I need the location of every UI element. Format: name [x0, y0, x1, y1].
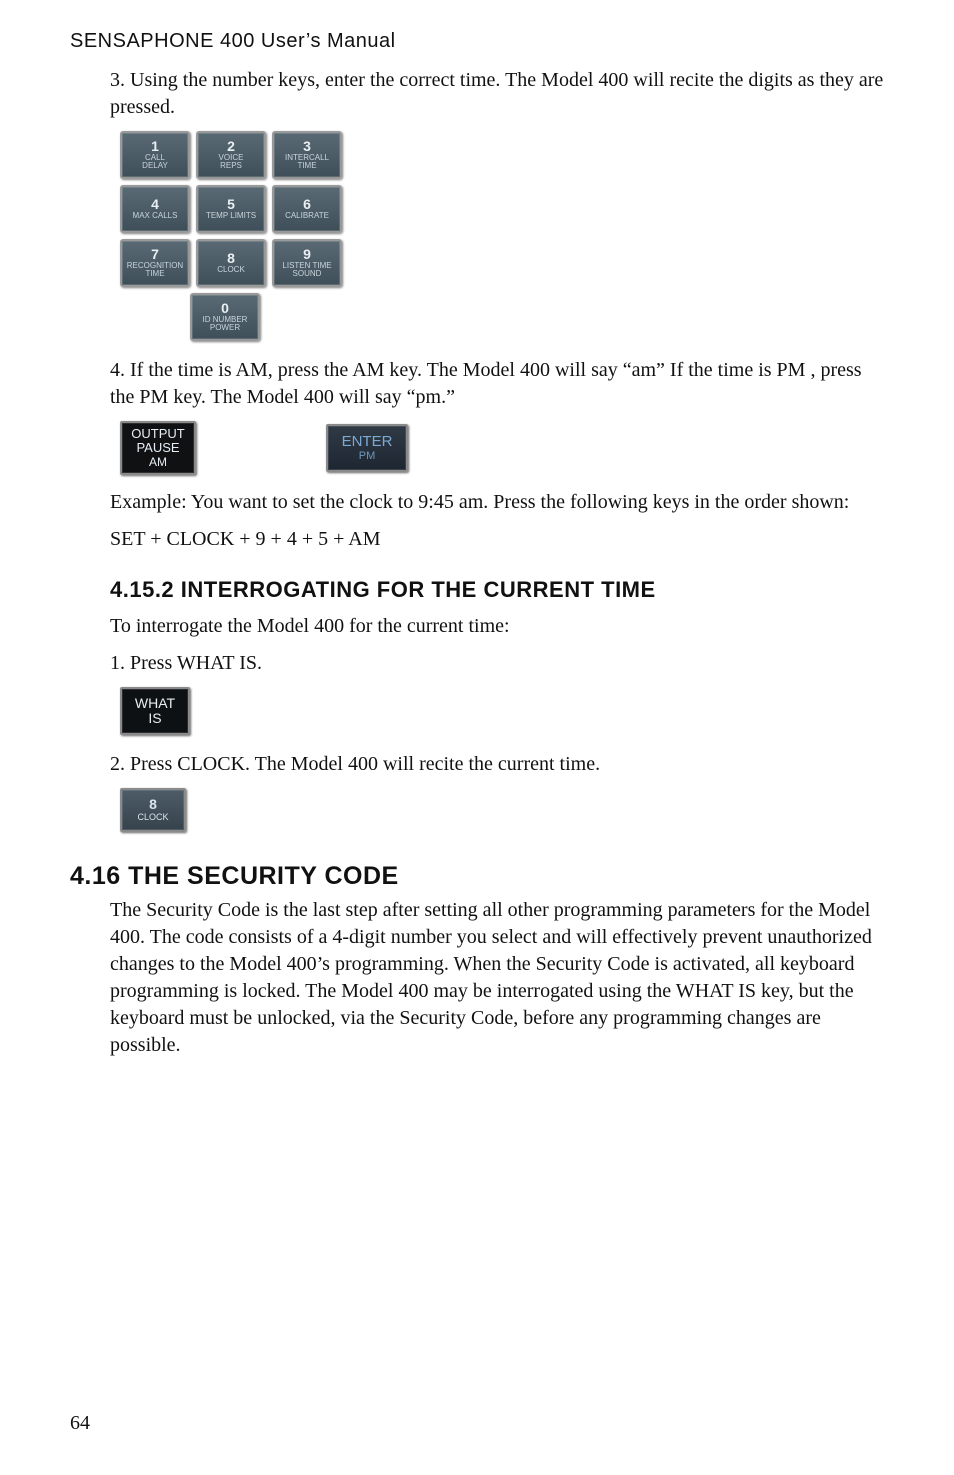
interrogate-step-2: 2. Press CLOCK. The Model 400 will recit…	[110, 751, 884, 778]
example-text: Example: You want to set the clock to 9:…	[110, 489, 884, 516]
what-is-line2: IS	[148, 711, 161, 726]
what-is-key[interactable]: WHAT IS	[120, 687, 190, 735]
key-1-num: 1	[151, 139, 159, 154]
key-9[interactable]: 9LISTEN TIMESOUND	[272, 239, 342, 287]
key-0-num: 0	[221, 301, 229, 316]
key-6-num: 6	[303, 197, 311, 212]
key-3-label: INTERCALLTIME	[285, 154, 329, 171]
enter-key-line1: ENTER	[342, 434, 393, 451]
key-9-label: LISTEN TIMESOUND	[282, 262, 331, 279]
key-4[interactable]: 4MAX CALLS	[120, 185, 190, 233]
key-6[interactable]: 6CALIBRATE	[272, 185, 342, 233]
key-2[interactable]: 2VOICEREPS	[196, 131, 266, 179]
enter-key-line2: PM	[359, 450, 376, 462]
heading-4-15-2: 4.15.2 INTERROGATING FOR THE CURRENT TIM…	[110, 577, 884, 603]
what-is-line1: WHAT	[135, 696, 175, 711]
am-key[interactable]: OUTPUT PAUSE AM	[120, 421, 196, 475]
key-5[interactable]: 5TEMP LIMITS	[196, 185, 266, 233]
key-6-label: CALIBRATE	[285, 212, 329, 220]
key-1-label: CALLDELAY	[142, 154, 168, 171]
security-code-paragraph: The Security Code is the last step after…	[110, 897, 884, 1059]
interrogate-step-1: 1. Press WHAT IS.	[110, 650, 884, 677]
clock-key[interactable]: 8 CLOCK	[120, 788, 186, 832]
key-8-label: CLOCK	[217, 266, 245, 274]
number-keypad: 1CALLDELAY 2VOICEREPS 3INTERCALLTIME 4MA…	[120, 131, 884, 341]
key-7-label: RECOGNITIONTIME	[127, 262, 183, 279]
step-4-text: 4. If the time is AM, press the AM key. …	[110, 357, 884, 411]
key-8[interactable]: 8CLOCK	[196, 239, 266, 287]
doc-header: SENSAPHONE 400 User’s Manual	[70, 30, 884, 53]
key-5-num: 5	[227, 197, 235, 212]
key-sequence: SET + CLOCK + 9 + 4 + 5 + AM	[110, 526, 884, 553]
step-3-text: 3. Using the number keys, enter the corr…	[110, 67, 884, 121]
key-7[interactable]: 7RECOGNITIONTIME	[120, 239, 190, 287]
key-5-label: TEMP LIMITS	[206, 212, 256, 220]
heading-4-16: 4.16 THE SECURITY CODE	[70, 862, 884, 891]
clock-key-num: 8	[149, 797, 157, 812]
key-2-label: VOICEREPS	[219, 154, 244, 171]
key-3[interactable]: 3INTERCALLTIME	[272, 131, 342, 179]
key-0-label: ID NUMBERPOWER	[203, 316, 248, 333]
key-4-label: MAX CALLS	[133, 212, 178, 220]
key-0[interactable]: 0ID NUMBERPOWER	[190, 293, 260, 341]
am-key-line1: OUTPUT	[131, 427, 184, 441]
key-4-num: 4	[151, 197, 159, 212]
am-key-line2: PAUSE	[136, 441, 179, 455]
key-9-num: 9	[303, 247, 311, 262]
key-2-num: 2	[227, 139, 235, 154]
clock-key-label: CLOCK	[137, 813, 168, 823]
key-7-num: 7	[151, 247, 159, 262]
enter-pm-key[interactable]: ENTER PM	[326, 424, 408, 472]
key-8-num: 8	[227, 251, 235, 266]
page-number: 64	[70, 1412, 90, 1435]
key-3-num: 3	[303, 139, 311, 154]
am-key-line3: AM	[149, 456, 167, 469]
interrogate-intro: To interrogate the Model 400 for the cur…	[110, 613, 884, 640]
key-1[interactable]: 1CALLDELAY	[120, 131, 190, 179]
